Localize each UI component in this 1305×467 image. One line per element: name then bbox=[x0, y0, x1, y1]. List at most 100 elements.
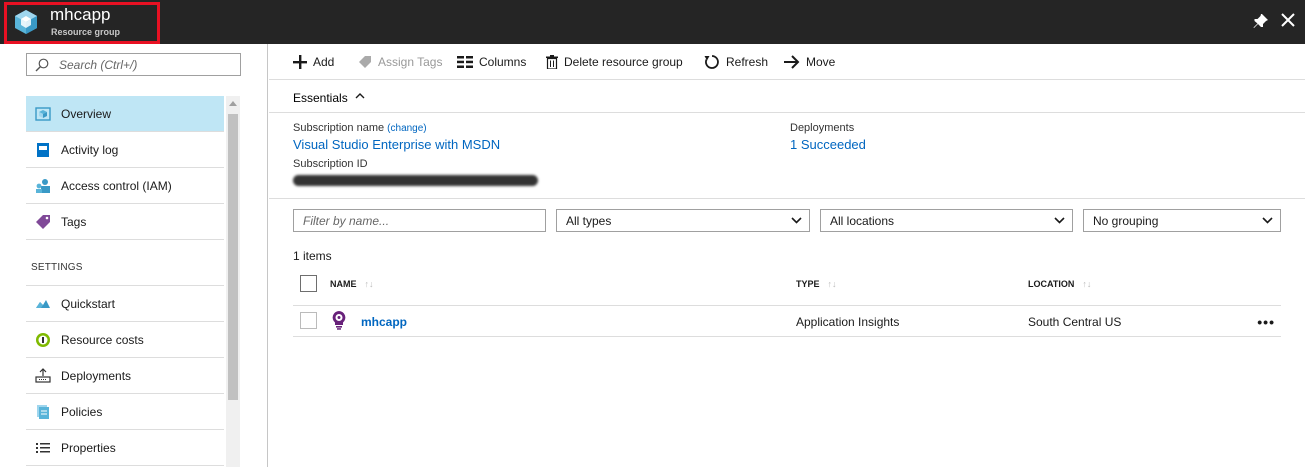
menu-search-input[interactable]: Search (Ctrl+/) bbox=[26, 53, 241, 76]
deployments-label: Deployments bbox=[790, 122, 855, 134]
menu-item-deployments[interactable]: Deployments bbox=[26, 358, 224, 394]
menu-item-label: Tags bbox=[61, 215, 87, 229]
menu-item-label: Resource costs bbox=[61, 333, 144, 347]
blade-header: mhcapp Resource group bbox=[0, 0, 1305, 44]
row-checkbox[interactable] bbox=[300, 312, 317, 329]
location-filter-value: All locations bbox=[830, 214, 895, 228]
menu-item-overview[interactable]: Overview bbox=[26, 96, 224, 132]
table-row[interactable]: mhcapp Application Insights South Centra… bbox=[293, 306, 1281, 337]
select-all-checkbox[interactable] bbox=[300, 275, 317, 292]
overview-icon bbox=[35, 107, 51, 121]
filter-by-name-input[interactable]: Filter by name... bbox=[293, 209, 546, 232]
activity-log-icon bbox=[37, 143, 49, 157]
delete-resource-group-button[interactable]: Delete resource group bbox=[546, 53, 683, 71]
columns-icon bbox=[457, 56, 473, 68]
sort-arrows-icon: ↑↓ bbox=[1082, 279, 1092, 289]
chevron-down-icon bbox=[1054, 217, 1065, 224]
essentials-label: Essentials bbox=[293, 91, 348, 105]
menu-item-resource-costs[interactable]: Resource costs bbox=[26, 322, 224, 358]
more-actions-icon[interactable]: ••• bbox=[1257, 314, 1275, 330]
menu-item-activity-log[interactable]: Activity log bbox=[26, 132, 224, 168]
menu-item-tags[interactable]: Tags bbox=[26, 204, 224, 240]
subscription-name-link[interactable]: Visual Studio Enterprise with MSDN bbox=[293, 137, 500, 152]
search-icon bbox=[35, 58, 49, 72]
menu-item-properties[interactable]: Properties bbox=[26, 430, 224, 466]
chevron-down-icon bbox=[1262, 217, 1273, 224]
subscription-id-label: Subscription ID bbox=[293, 158, 368, 170]
resource-table-header: NAME ↑↓ TYPE ↑↓ LOCATION ↑↓ bbox=[293, 268, 1281, 306]
menu-scrollbar-thumb[interactable] bbox=[228, 114, 238, 400]
refresh-button[interactable]: Refresh bbox=[704, 53, 768, 71]
assign-tags-button[interactable]: Assign Tags bbox=[358, 53, 442, 71]
quickstart-icon bbox=[36, 300, 50, 308]
menu-item-label: Deployments bbox=[61, 369, 132, 383]
move-label: Move bbox=[806, 55, 836, 69]
refresh-label: Refresh bbox=[726, 55, 769, 69]
columns-label: Columns bbox=[479, 55, 527, 69]
type-filter-value: All types bbox=[566, 214, 612, 228]
chevron-up-icon bbox=[355, 93, 365, 99]
settings-label: SETTINGS bbox=[31, 262, 83, 273]
sort-arrows-icon: ↑↓ bbox=[364, 279, 374, 289]
add-button[interactable]: Add bbox=[293, 53, 334, 71]
essentials-panel: Subscription name (change) Visual Studio… bbox=[269, 113, 1305, 199]
resource-name-link[interactable]: mhcapp bbox=[361, 315, 407, 329]
trash-icon bbox=[546, 55, 558, 69]
menu-item-access-control[interactable]: Access control (IAM) bbox=[26, 168, 224, 204]
policies-icon bbox=[37, 405, 49, 419]
move-button[interactable]: Move bbox=[784, 53, 835, 71]
pin-icon[interactable] bbox=[1253, 13, 1269, 29]
refresh-icon bbox=[704, 55, 719, 69]
grouping-value: No grouping bbox=[1093, 214, 1159, 228]
menu-item-label: Policies bbox=[61, 405, 103, 419]
tag-icon bbox=[36, 215, 50, 229]
column-location-label: LOCATION bbox=[1028, 279, 1075, 289]
command-bar: Add Assign Tags Columns Delete resource … bbox=[269, 44, 1305, 80]
close-icon[interactable] bbox=[1279, 11, 1297, 29]
tag-icon bbox=[359, 56, 371, 68]
type-filter-dropdown[interactable]: All types bbox=[556, 209, 810, 232]
items-count: 1 items bbox=[293, 249, 332, 263]
properties-icon bbox=[36, 443, 50, 453]
menu-item-label: Quickstart bbox=[61, 297, 116, 311]
column-header-name[interactable]: NAME ↑↓ bbox=[330, 279, 374, 289]
resource-location: South Central US bbox=[1028, 315, 1122, 329]
delete-label: Delete resource group bbox=[564, 55, 683, 69]
grouping-dropdown[interactable]: No grouping bbox=[1083, 209, 1281, 232]
menu-item-label: Overview bbox=[61, 107, 112, 121]
chevron-down-icon bbox=[791, 217, 802, 224]
columns-button[interactable]: Columns bbox=[457, 53, 526, 71]
change-subscription-link[interactable]: (change) bbox=[387, 123, 426, 134]
title-highlight-box bbox=[4, 2, 160, 44]
access-control-icon bbox=[36, 179, 50, 193]
subscription-name-label-text: Subscription name bbox=[293, 122, 385, 134]
subscription-id-redacted bbox=[293, 175, 538, 186]
column-header-location[interactable]: LOCATION ↑↓ bbox=[1028, 279, 1091, 289]
menu-item-quickstart[interactable]: Quickstart bbox=[26, 286, 224, 322]
column-type-label: TYPE bbox=[796, 279, 820, 289]
filter-name-placeholder: Filter by name... bbox=[303, 214, 390, 228]
arrow-right-icon bbox=[784, 55, 800, 69]
resource-menu: Search (Ctrl+/) Overview Activity log Ac… bbox=[0, 44, 268, 467]
application-insights-icon bbox=[332, 311, 346, 330]
sort-arrows-icon: ↑↓ bbox=[827, 279, 837, 289]
menu-item-policies[interactable]: Policies bbox=[26, 394, 224, 430]
scroll-up-arrow-icon[interactable] bbox=[229, 101, 237, 106]
resource-costs-icon bbox=[36, 333, 50, 347]
resource-type: Application Insights bbox=[796, 315, 900, 329]
menu-item-label: Properties bbox=[61, 441, 116, 455]
search-placeholder: Search (Ctrl+/) bbox=[59, 58, 138, 72]
deployments-link[interactable]: 1 Succeeded bbox=[790, 137, 866, 152]
location-filter-dropdown[interactable]: All locations bbox=[820, 209, 1073, 232]
menu-item-label: Access control (IAM) bbox=[61, 179, 172, 193]
menu-list: Overview Activity log Access control (IA… bbox=[26, 96, 224, 466]
plus-icon bbox=[293, 55, 307, 69]
assign-tags-label: Assign Tags bbox=[378, 55, 443, 69]
menu-item-label: Activity log bbox=[61, 143, 119, 157]
settings-section-header: SETTINGS bbox=[26, 240, 224, 286]
essentials-toggle[interactable]: Essentials bbox=[269, 80, 1305, 113]
deployments-icon bbox=[35, 368, 51, 383]
add-label: Add bbox=[313, 55, 335, 69]
subscription-name-label: Subscription name (change) bbox=[293, 122, 427, 134]
column-header-type[interactable]: TYPE ↑↓ bbox=[796, 279, 837, 289]
